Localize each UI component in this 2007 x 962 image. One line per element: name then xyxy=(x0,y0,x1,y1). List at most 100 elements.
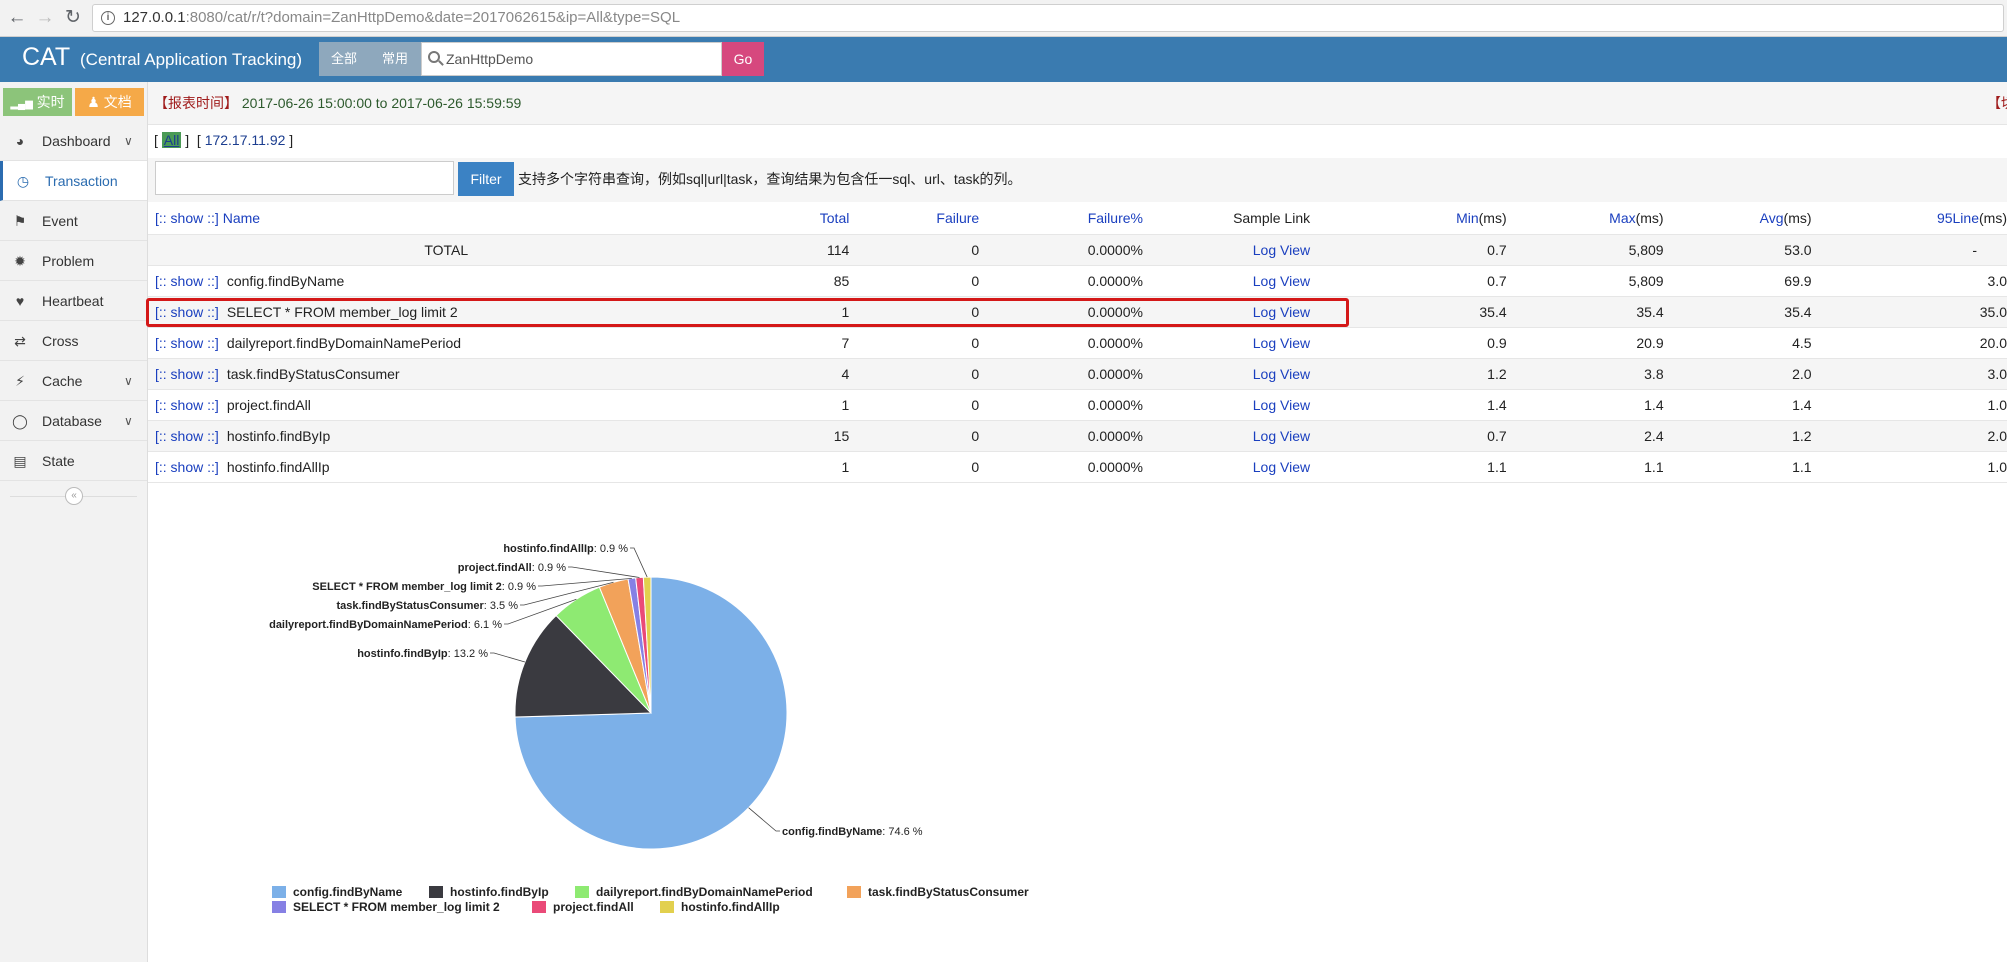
show-all-link[interactable]: [:: show ::] xyxy=(155,210,219,226)
row-name: SELECT * FROM member_log limit 2 xyxy=(226,303,458,320)
cell-name: [:: show ::] hostinfo.findByIp xyxy=(148,420,738,451)
reload-icon[interactable]: ↻ xyxy=(62,8,84,30)
cell-max: 35.4 xyxy=(1636,303,1664,320)
log-view-link[interactable]: Log View xyxy=(1143,327,1310,358)
legend-label: hostinfo.findByIp xyxy=(450,885,549,899)
cell-95line: 1.0 xyxy=(1987,458,2007,475)
realtime-label: 实时 xyxy=(36,94,65,110)
show-link[interactable]: [:: show ::] xyxy=(155,397,219,413)
pie-data-label: task.findByStatusConsumer: 3.5 % xyxy=(336,600,518,612)
row-name: hostinfo.findByIp xyxy=(226,427,331,444)
ip-all-link[interactable]: All xyxy=(161,132,182,148)
cell-failure: 0 xyxy=(971,334,980,351)
avg-header: Avg(ms) xyxy=(1664,203,1812,234)
sort-total-link[interactable]: Total xyxy=(738,203,850,234)
pie-leader-line xyxy=(568,566,640,578)
log-view-link[interactable]: Log View xyxy=(1143,358,1310,389)
sidebar-item-event[interactable]: ⚑ Event xyxy=(0,201,147,241)
legend-swatch xyxy=(272,901,286,913)
cell-min: 0.7 xyxy=(1487,241,1507,258)
sidebar-item-cross[interactable]: ⇄ Cross xyxy=(0,321,147,361)
line95-header: 95Line(ms) xyxy=(1812,203,2007,234)
show-link[interactable]: [:: show ::] xyxy=(155,273,219,289)
ip-link[interactable]: 172.17.11.92 xyxy=(205,132,286,148)
log-view-link[interactable]: Log View xyxy=(1143,451,1310,482)
realtime-button[interactable]: ▂▄▆ 实时 xyxy=(3,88,72,116)
report-time-range: 2017-06-26 15:00:00 to 2017-06-26 15:59:… xyxy=(241,95,522,111)
filter-button[interactable]: Filter xyxy=(458,162,514,196)
info-icon[interactable]: i xyxy=(101,11,115,25)
domain-search-input[interactable]: ZanHttpDemo xyxy=(421,42,722,76)
bug-icon: ✹ xyxy=(14,253,26,269)
cell-avg: 2.0 xyxy=(1792,365,1812,382)
sidebar-item-label: Transaction xyxy=(45,173,118,189)
table-row: [:: show ::] dailyreport.findByDomainName… xyxy=(148,327,2007,358)
sidebar-item-label: Cross xyxy=(42,333,79,349)
sort-min-link[interactable]: Min xyxy=(1456,210,1479,226)
sidebar-item-cache[interactable]: ⚡ Cache ∨ xyxy=(0,361,147,401)
brand-logo[interactable]: CAT xyxy=(22,43,70,72)
signal-icon: ▂▄▆ xyxy=(10,99,33,110)
tab-all[interactable]: 全部 xyxy=(319,42,369,76)
sort-failure-link[interactable]: Failure xyxy=(849,203,979,234)
cell-95line: 3.0 xyxy=(1987,272,2007,289)
log-view-link[interactable]: Log View xyxy=(1143,420,1310,451)
show-link[interactable]: [:: show ::] xyxy=(155,428,219,444)
back-arrow-icon[interactable]: ← xyxy=(6,8,28,30)
sidebar-item-dashboard[interactable]: ◕ Dashboard ∨ xyxy=(0,121,147,161)
forward-arrow-icon[interactable]: → xyxy=(34,8,56,30)
table-row: [:: show ::] hostinfo.findAllIp 1 0 0.000… xyxy=(148,451,2007,482)
browser-toolbar: ← → ↻ i 127.0.0.1:8080/cat/r/t?domain=Za… xyxy=(0,0,2007,37)
cell-failure-pct: 0.0000% xyxy=(1087,334,1143,351)
docs-button[interactable]: ♟ 文档 xyxy=(75,88,144,116)
cell-name: [:: show ::] task.findByStatusConsumer xyxy=(148,358,738,389)
row-name: project.findAll xyxy=(226,396,311,413)
cell-max: 1.1 xyxy=(1644,458,1664,475)
show-link[interactable]: [:: show ::] xyxy=(155,459,219,475)
table-row: [:: show ::] project.findAll 1 0 0.0000% … xyxy=(148,389,2007,420)
cell-total: 1 xyxy=(841,458,850,475)
sort-avg-link[interactable]: Avg xyxy=(1760,210,1784,226)
sidebar-item-state[interactable]: ▤ State xyxy=(0,441,147,481)
tachometer-icon: ◕ xyxy=(15,133,25,149)
pie-leader-line xyxy=(630,547,648,578)
shuffle-icon: ⇄ xyxy=(14,333,26,349)
cell-95line: 2.0 xyxy=(1987,427,2007,444)
collapse-sidebar-icon[interactable]: « xyxy=(65,487,83,505)
url-path: :8080/cat/r/t?domain=ZanHttpDemo&date=20… xyxy=(185,9,681,26)
sidebar-item-transaction[interactable]: ◷ Transaction xyxy=(0,161,147,201)
legend-swatch xyxy=(575,886,589,898)
log-view-link[interactable]: Log View xyxy=(1143,389,1310,420)
filter-input[interactable] xyxy=(155,161,454,195)
cell-name: TOTAL xyxy=(424,241,469,258)
cell-total: 7 xyxy=(841,334,850,351)
switch-link[interactable]: 【切 xyxy=(1987,82,2007,124)
show-link[interactable]: [:: show ::] xyxy=(155,335,219,351)
cell-95line: 3.0 xyxy=(1987,365,2007,382)
cell-min: 1.2 xyxy=(1487,365,1507,382)
filter-hint: 支持多个字符串查询，例如sql|url|task，查询结果为包含任一sql、ur… xyxy=(518,171,1022,187)
log-view-link[interactable]: Log View xyxy=(1143,265,1310,296)
go-button[interactable]: Go xyxy=(722,42,764,76)
sort-name-link[interactable]: Name xyxy=(223,210,260,226)
pie-data-label: hostinfo.findAllIp: 0.9 % xyxy=(503,543,628,555)
show-link[interactable]: [:: show ::] xyxy=(155,304,219,320)
pie-leader-line xyxy=(490,652,526,663)
sort-95line-link[interactable]: 95Line xyxy=(1937,210,1979,226)
sample-link-header: Sample Link xyxy=(1233,210,1311,227)
log-view-link[interactable]: Log View xyxy=(1143,296,1310,327)
show-link[interactable]: [:: show ::] xyxy=(155,366,219,382)
sidebar-item-problem[interactable]: ✹ Problem xyxy=(0,241,147,281)
sort-max-link[interactable]: Max xyxy=(1609,210,1635,226)
row-name: task.findByStatusConsumer xyxy=(226,365,400,382)
cell-failure-pct: 0.0000% xyxy=(1087,427,1143,444)
url-host: 127.0.0.1 xyxy=(123,9,186,26)
sort-failure-pct-link[interactable]: Failure% xyxy=(979,203,1143,234)
address-bar[interactable]: i 127.0.0.1:8080/cat/r/t?domain=ZanHttpD… xyxy=(92,4,2004,32)
transaction-table: [:: show ::] Name Total Failure Failure%… xyxy=(148,203,2007,483)
sidebar-item-heartbeat[interactable]: ♥ Heartbeat xyxy=(0,281,147,321)
tab-common[interactable]: 常用 xyxy=(369,42,421,76)
log-view-link[interactable]: Log View xyxy=(1143,234,1310,265)
sidebar-item-label: Problem xyxy=(42,253,95,269)
sidebar-item-database[interactable]: ◯ Database ∨ xyxy=(0,401,147,441)
